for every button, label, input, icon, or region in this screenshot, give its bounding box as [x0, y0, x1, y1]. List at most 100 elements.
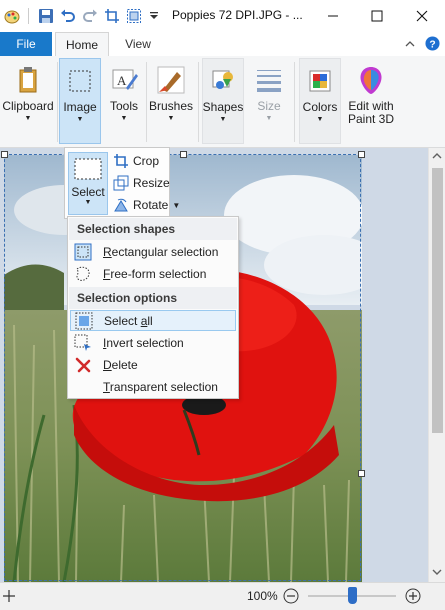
ribbon-tabs: File Home View ? [0, 32, 445, 57]
tab-file[interactable]: File [0, 32, 52, 56]
chevron-down-icon: ▼ [76, 116, 84, 123]
zoom-slider-thumb[interactable] [348, 587, 357, 604]
cursor-position-icon [3, 590, 15, 602]
select-all-icon [73, 311, 95, 331]
chevron-down-icon: ▼ [172, 200, 181, 210]
vertical-scrollbar[interactable] [428, 148, 445, 582]
resize-handle[interactable] [358, 151, 365, 158]
image-dropdown: Select ▼ Crop Resize Rotate ▼ [64, 147, 180, 219]
transparent-selection-label: Transparent selection [103, 380, 218, 394]
image-button[interactable]: Image ▼ [59, 58, 101, 144]
size-label: Size [257, 99, 281, 113]
zoom-in-icon[interactable] [405, 588, 421, 604]
delete-icon [72, 355, 94, 375]
minimize-button[interactable] [311, 0, 355, 32]
ribbon-separator [57, 62, 58, 142]
resize-handle[interactable] [1, 151, 8, 158]
save-icon[interactable] [38, 8, 54, 24]
zoom-out-icon[interactable] [283, 588, 299, 604]
chevron-down-icon: ▼ [120, 115, 128, 122]
rotate-label: Rotate [133, 198, 169, 212]
select-all-item[interactable]: Select all [70, 310, 236, 331]
free-form-selection-label-post: ree-form selection [110, 266, 207, 281]
chevron-down-icon: ▼ [84, 199, 92, 206]
crop-button[interactable]: Crop [113, 151, 159, 171]
select-all-label-post: ll [147, 313, 153, 328]
paint-app-icon[interactable] [4, 8, 20, 24]
maximize-button[interactable] [355, 0, 399, 32]
ribbon: Clipboard ▼ Image ▼ A Tools ▼ Brushes ▼ [0, 56, 445, 148]
paint3d-icon [360, 67, 382, 94]
invert-selection-label-post: nvert selection [106, 335, 184, 350]
close-button[interactable] [400, 0, 444, 32]
select-all-label-pre: Select [104, 313, 141, 328]
undo-icon[interactable] [60, 8, 76, 24]
invert-selection-item[interactable]: Invert selection [70, 332, 236, 353]
crop-label: Crop [133, 154, 160, 168]
resize-label: Resize [133, 176, 170, 190]
resize-icon [113, 175, 129, 191]
size-icon [257, 70, 281, 92]
select-all-label: Select all [104, 314, 153, 328]
chevron-down-icon: ▼ [265, 115, 273, 122]
close-icon [416, 10, 428, 22]
free-form-selection-item[interactable]: Free-form selection [70, 263, 236, 284]
select-rect-icon [74, 158, 102, 180]
svg-text:A: A [117, 73, 127, 88]
resize-button[interactable]: Resize [113, 173, 170, 193]
tools-icon: A [112, 69, 138, 90]
ribbon-separator [294, 62, 295, 142]
resize-handle[interactable] [358, 470, 365, 477]
collapse-ribbon-icon[interactable] [405, 39, 415, 49]
customize-qat-icon[interactable] [146, 8, 162, 24]
help-icon[interactable]: ? [425, 36, 440, 51]
svg-text:?: ? [429, 39, 435, 50]
colors-label: Colors [302, 100, 338, 114]
redo-icon[interactable] [82, 8, 98, 24]
invert-selection-label: Invert selection [103, 336, 184, 350]
window-title: Poppies 72 DPI.JPG - ... [172, 8, 303, 22]
edit-with-paint3d-button[interactable]: Edit with Paint 3D [344, 58, 398, 144]
invert-selection-icon [72, 333, 94, 353]
image-select-icon [69, 70, 91, 92]
shapes-button[interactable]: Shapes ▼ [202, 58, 244, 144]
tools-button[interactable]: A Tools ▼ [103, 58, 145, 144]
qat-separator [28, 8, 29, 24]
resize-handle[interactable] [180, 151, 187, 158]
size-button[interactable]: Size ▼ [248, 58, 290, 144]
transparent-selection-label-accel: T [103, 379, 110, 394]
scroll-down-icon[interactable] [432, 568, 442, 576]
scroll-thumb[interactable] [432, 168, 443, 433]
clipboard-button[interactable]: Clipboard ▼ [0, 58, 56, 144]
select-qat-icon[interactable] [126, 8, 142, 24]
shapes-icon [212, 70, 233, 89]
scroll-up-icon[interactable] [432, 152, 442, 160]
select-dropdown-menu: Selection shapes Rectangular selection F… [67, 216, 239, 399]
brushes-button[interactable]: Brushes ▼ [148, 58, 194, 144]
image-label: Image [63, 100, 97, 114]
selection-shapes-header: Selection shapes [69, 218, 237, 240]
select-label: Select [71, 185, 105, 199]
tab-home[interactable]: Home [55, 32, 109, 57]
colors-button[interactable]: Colors ▼ [299, 58, 341, 144]
tab-view[interactable]: View [112, 32, 164, 56]
crop-qat-icon[interactable] [104, 8, 120, 24]
select-button[interactable]: Select ▼ [68, 152, 108, 215]
title-bar: Poppies 72 DPI.JPG - ... [0, 0, 445, 32]
chevron-down-icon: ▼ [219, 116, 227, 123]
minimize-icon [328, 15, 338, 17]
clipboard-label: Clipboard [2, 99, 54, 113]
rectangular-selection-item[interactable]: Rectangular selection [70, 241, 236, 262]
rotate-icon [114, 198, 128, 212]
delete-item[interactable]: Delete [70, 354, 236, 375]
rectangular-selection-label: Rectangular selection [103, 245, 218, 259]
rotate-button[interactable]: Rotate ▼ [113, 195, 180, 215]
tools-label: Tools [109, 99, 138, 113]
clipboard-icon [19, 67, 37, 93]
brushes-icon [157, 66, 185, 94]
chevron-down-icon: ▼ [316, 116, 324, 123]
shapes-label: Shapes [202, 100, 244, 114]
transparent-selection-item[interactable]: Transparent selection [70, 376, 236, 397]
free-form-selection-label: Free-form selection [103, 267, 206, 281]
free-form-selection-icon [72, 264, 94, 284]
